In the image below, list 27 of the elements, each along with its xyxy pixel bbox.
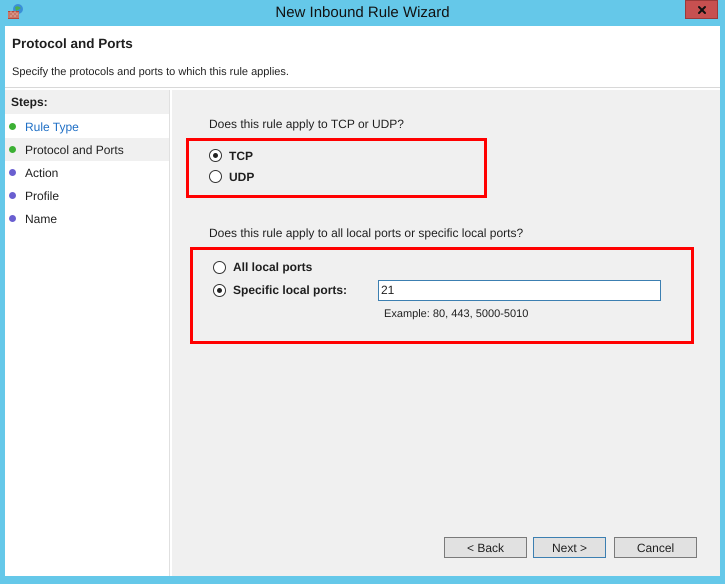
page-heading: Protocol and Ports (12, 35, 134, 53)
radio-button[interactable] (209, 149, 222, 162)
window-title: New Inbound Rule Wizard (275, 4, 450, 21)
radio-button[interactable] (213, 284, 226, 296)
ports-input-field[interactable]: 21 (378, 280, 661, 300)
radio-button[interactable] (209, 170, 222, 183)
radio-label: Specific local ports: (233, 282, 348, 299)
wizard-button[interactable]: Cancel (614, 537, 697, 558)
page-subtitle: Specify the protocols and ports to which this rule applies. (12, 65, 290, 80)
step-item[interactable]: Profile (5, 184, 169, 207)
radio-button[interactable] (213, 260, 226, 274)
step-item[interactable]: Action (5, 161, 169, 184)
step-item[interactable]: Name (5, 207, 169, 230)
radio-label: All local ports (233, 259, 314, 276)
step-item[interactable]: Rule Type (5, 115, 169, 138)
ports-question: Does this rule apply to all local ports or specific local ports? (209, 225, 524, 242)
steps-label: Steps: (11, 94, 48, 111)
wizard-button[interactable]: < Back (444, 537, 527, 558)
close-button[interactable] (685, 0, 718, 19)
example-hint: Example: 80, 443, 5000-5010 (384, 308, 528, 320)
radio-label: TCP (229, 148, 253, 164)
radio-label: UDP (229, 168, 254, 186)
step-item[interactable]: Protocol and Ports (5, 138, 169, 161)
wizard-button[interactable]: Next > (533, 537, 606, 558)
protocol-question: Does this rule apply to TCP or UDP? (209, 116, 405, 133)
close-icon (696, 4, 708, 16)
firewall-globe-icon (7, 3, 24, 20)
